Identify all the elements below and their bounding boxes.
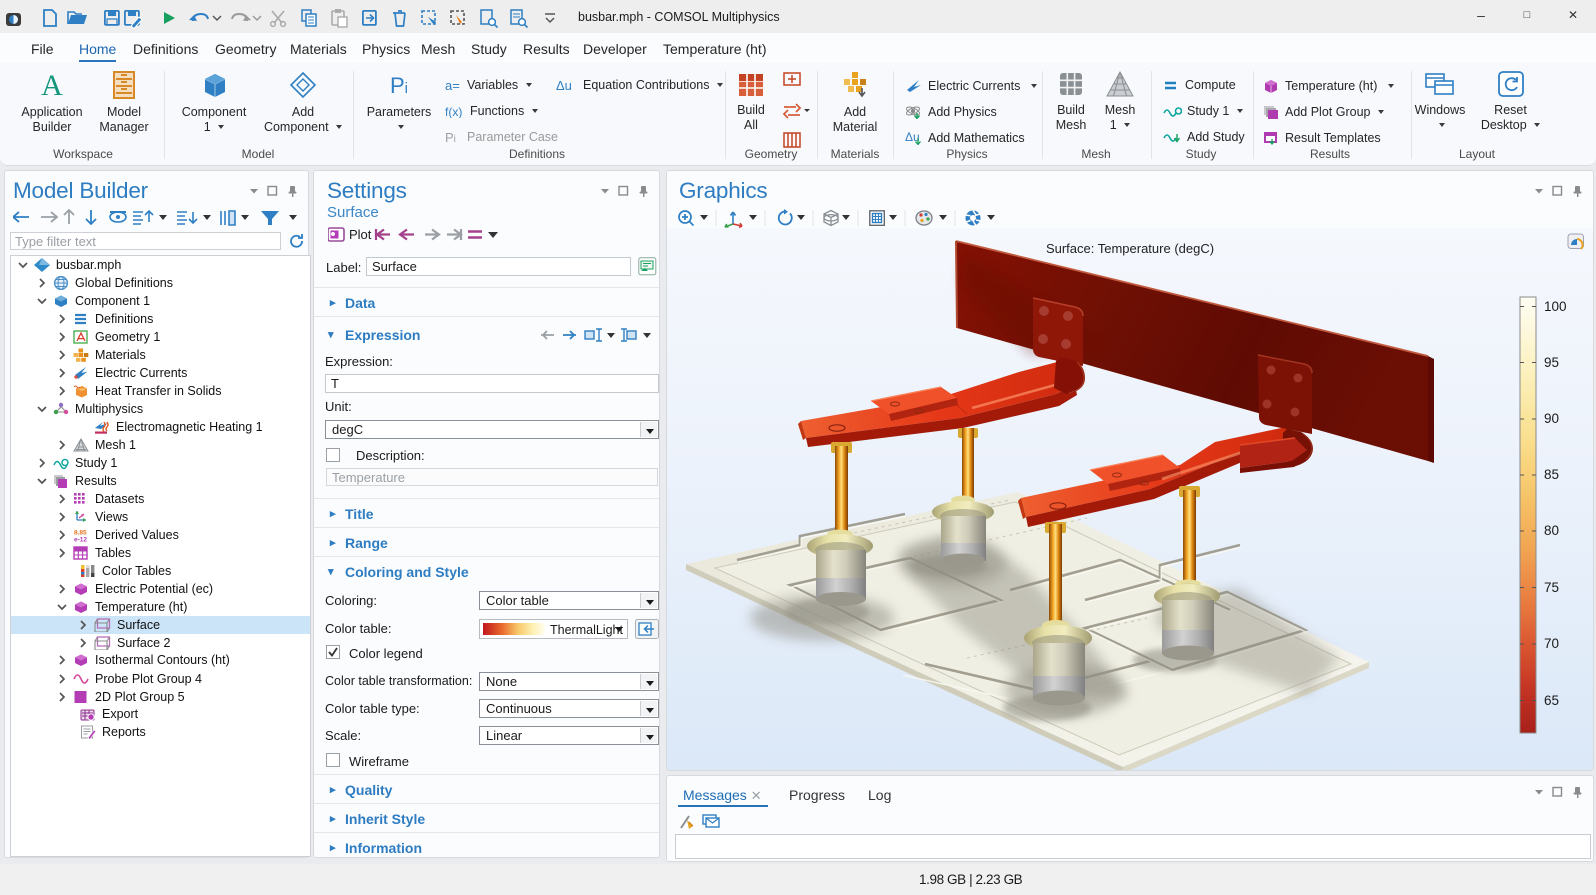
svg-text:f(x): f(x) — [445, 105, 462, 118]
svg-text:100: 100 — [1544, 299, 1567, 314]
svg-text:8.85: 8.85 — [74, 530, 87, 537]
svg-text:Pi: Pi — [390, 73, 408, 98]
svg-text:85: 85 — [1544, 467, 1559, 482]
svg-text:A: A — [41, 70, 63, 100]
svg-text:65: 65 — [1544, 693, 1559, 708]
svg-text:Δu: Δu — [556, 78, 572, 92]
svg-text:Plot: Plot — [349, 227, 372, 242]
svg-text:a=: a= — [445, 78, 460, 92]
svg-text:95: 95 — [1544, 355, 1559, 370]
svg-text:75: 75 — [1544, 580, 1559, 595]
svg-text:90: 90 — [1544, 411, 1559, 426]
svg-text:Surface: Temperature (degC): Surface: Temperature (degC) — [1046, 241, 1214, 256]
svg-text:80: 80 — [1544, 523, 1559, 538]
svg-text:70: 70 — [1544, 636, 1559, 651]
svg-text:Pi: Pi — [445, 130, 456, 144]
svg-text:e-12: e-12 — [74, 537, 87, 543]
